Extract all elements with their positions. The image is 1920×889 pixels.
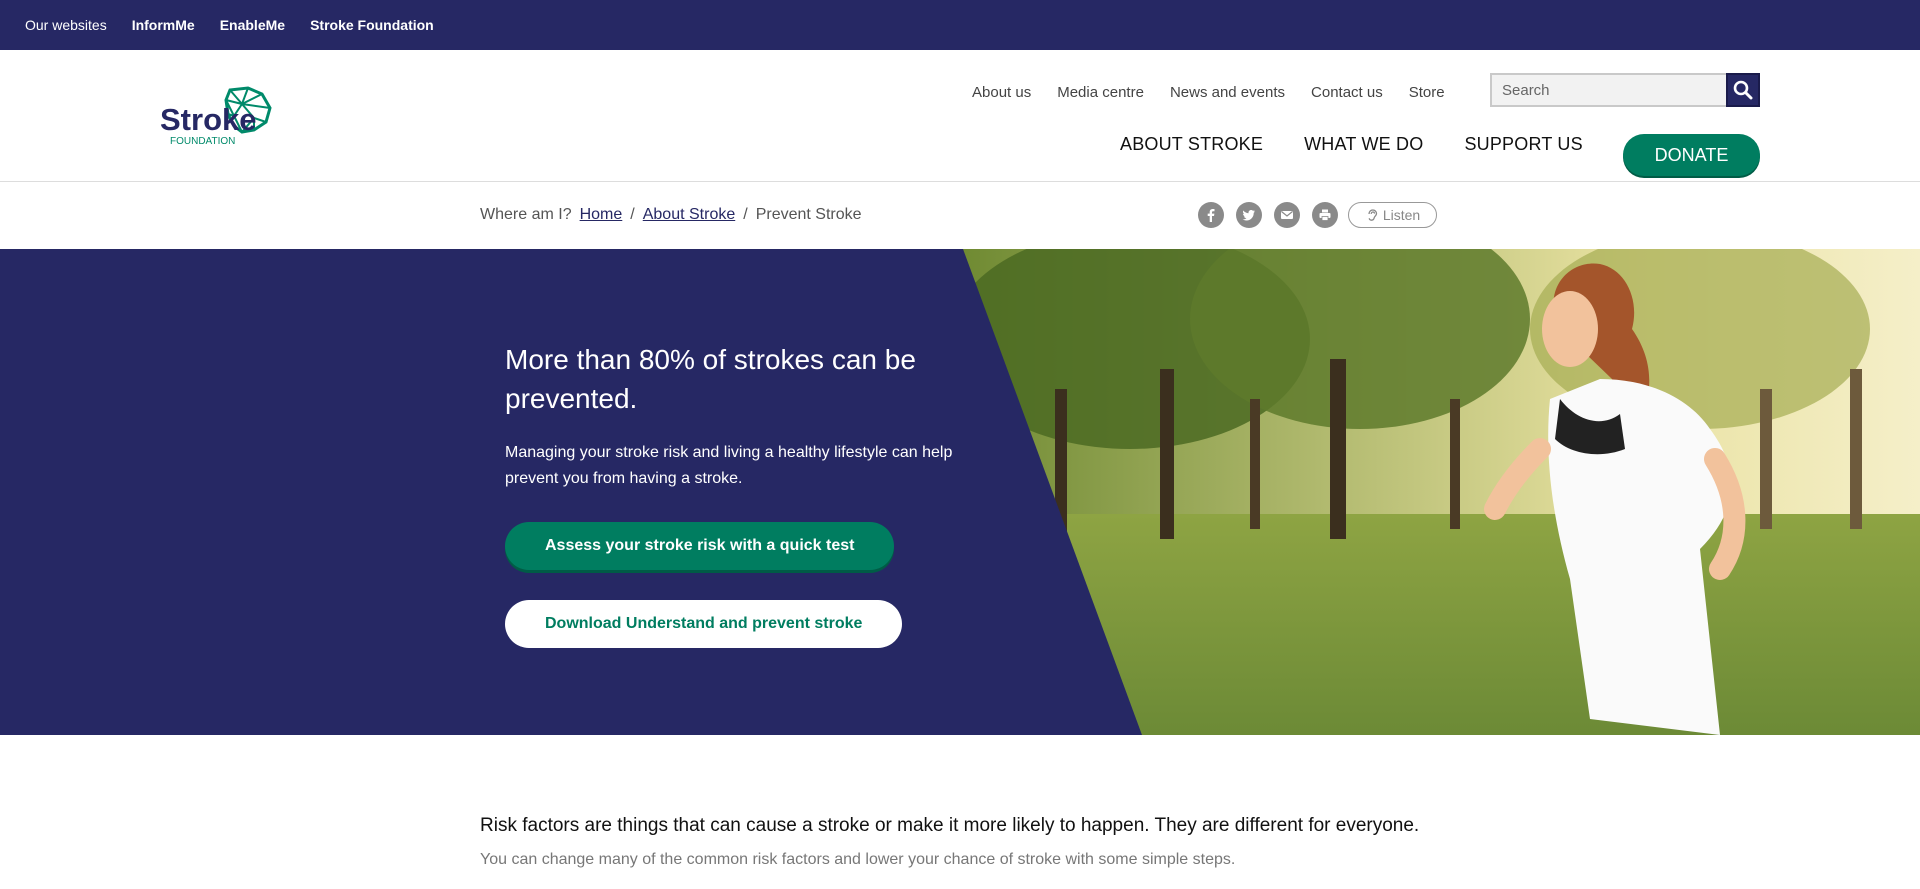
site-header: Stroke FOUNDATION About us Media centre … — [0, 50, 1920, 182]
listen-button[interactable]: Listen — [1348, 202, 1437, 228]
search-button[interactable] — [1726, 73, 1760, 107]
ear-icon — [1368, 209, 1377, 221]
breadcrumb-prefix: Where am I? — [480, 206, 572, 223]
download-guide-button[interactable]: Download Understand and prevent stroke — [505, 600, 903, 648]
nav-support-us[interactable]: SUPPORT US — [1464, 134, 1582, 155]
hero-banner: More than 80% of strokes can be prevente… — [0, 249, 1920, 735]
breadcrumb: Where am I? Home / About Stroke / Preven… — [480, 206, 862, 224]
logo-wordmark: Stroke — [160, 102, 256, 137]
email-share-button[interactable] — [1274, 202, 1300, 228]
enableme-link[interactable]: EnableMe — [220, 17, 285, 33]
intro-section: Risk factors are things that can cause a… — [480, 815, 1480, 869]
twitter-icon — [1242, 210, 1255, 221]
hero-description: Managing your stroke risk and living a h… — [505, 444, 953, 487]
intro-lead-text: Risk factors are things that can cause a… — [480, 815, 1420, 836]
nav-about-us[interactable]: About us — [972, 84, 1031, 102]
nav-store[interactable]: Store — [1409, 84, 1445, 102]
breadcrumb-about-stroke[interactable]: About Stroke — [643, 206, 736, 224]
hero-title: More than 80% of strokes can be prevente… — [505, 344, 916, 414]
stroke-foundation-link[interactable]: Stroke Foundation — [310, 17, 434, 33]
facebook-icon — [1207, 209, 1215, 222]
search-icon — [1733, 80, 1753, 100]
breadcrumb-row: Where am I? Home / About Stroke / Preven… — [0, 182, 1920, 248]
main-nav: ABOUT STROKE WHAT WE DO SUPPORT US — [1120, 134, 1624, 155]
our-websites-label: Our websites — [25, 17, 107, 33]
nav-media-centre[interactable]: Media centre — [1057, 84, 1144, 102]
utility-nav: About us Media centre News and events Co… — [972, 84, 1467, 102]
informme-link[interactable]: InformMe — [132, 17, 195, 33]
breadcrumb-current: Prevent Stroke — [755, 206, 862, 223]
share-tools: Listen — [1198, 202, 1437, 228]
print-icon — [1319, 209, 1331, 221]
stroke-foundation-logo[interactable]: Stroke FOUNDATION — [158, 86, 273, 148]
search-form — [1490, 73, 1760, 107]
breadcrumb-separator: / — [743, 206, 748, 223]
print-button[interactable] — [1312, 202, 1338, 228]
donate-button[interactable]: DONATE — [1623, 134, 1760, 176]
nav-contact-us[interactable]: Contact us — [1311, 84, 1383, 102]
twitter-share-button[interactable] — [1236, 202, 1262, 228]
assess-stroke-risk-button[interactable]: Assess your stroke risk with a quick tes… — [505, 522, 895, 570]
listen-label: Listen — [1382, 207, 1421, 223]
intro-sub-text: You can change many of the common risk f… — [480, 851, 1236, 868]
top-utility-bar: Our websites InformMe EnableMe Stroke Fo… — [0, 0, 1920, 50]
breadcrumb-home[interactable]: Home — [580, 206, 623, 224]
facebook-share-button[interactable] — [1198, 202, 1224, 228]
email-icon — [1281, 211, 1293, 219]
hero-content: More than 80% of strokes can be prevente… — [505, 340, 975, 648]
nav-about-stroke[interactable]: ABOUT STROKE — [1120, 134, 1263, 155]
nav-what-we-do[interactable]: WHAT WE DO — [1304, 134, 1423, 155]
search-input[interactable] — [1490, 73, 1726, 107]
nav-news-and-events[interactable]: News and events — [1170, 84, 1285, 102]
logo-subtext: FOUNDATION — [170, 136, 235, 147]
breadcrumb-separator: / — [630, 206, 635, 223]
